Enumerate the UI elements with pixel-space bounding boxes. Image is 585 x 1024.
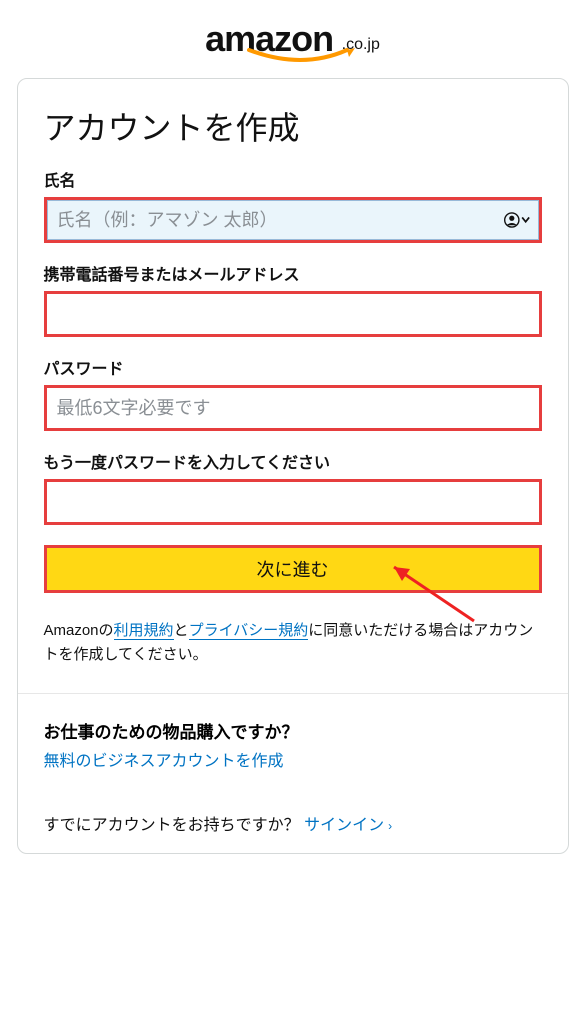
amazon-smile-icon [247, 48, 357, 66]
business-title: お仕事のための物品購入ですか？ [44, 718, 542, 743]
autofill-contact-icon[interactable] [504, 207, 530, 233]
terms-text: Amazonの利用規約とプライバシー規約に同意いただける場合はアカウントを作成し… [44, 619, 542, 667]
privacy-policy-link[interactable]: プライバシー規約 [189, 622, 309, 640]
business-account-link[interactable]: 無料のビジネスアカウントを作成 [44, 753, 284, 770]
password-label: パスワード [44, 355, 542, 379]
amazon-logo[interactable]: amazon .co.jp [205, 18, 380, 60]
signin-link[interactable]: サインイン› [304, 817, 392, 834]
logo-suffix: .co.jp [342, 36, 380, 53]
contact-input[interactable] [44, 291, 542, 337]
chevron-right-icon: › [388, 819, 392, 833]
signin-prompt: すでにアカウントをお持ちですか？ [44, 817, 300, 834]
name-field: 氏名 [44, 167, 542, 243]
password-confirm-input[interactable] [44, 479, 542, 525]
page-title: アカウントを作成 [44, 103, 542, 149]
password-confirm-field: もう一度パスワードを入力してください [44, 449, 542, 525]
header-logo-area: amazon .co.jp [8, 8, 577, 78]
business-prompt: お仕事のための物品購入ですか？ 無料のビジネスアカウントを作成 [44, 718, 542, 771]
signin-row: すでにアカウントをお持ちですか？ サインイン› [44, 811, 542, 835]
password-input[interactable] [44, 385, 542, 431]
password-confirm-label: もう一度パスワードを入力してください [44, 449, 542, 473]
name-input[interactable] [44, 197, 542, 243]
submit-button[interactable]: 次に進む [44, 545, 542, 593]
divider [18, 693, 568, 694]
password-field: パスワード [44, 355, 542, 431]
register-panel: アカウントを作成 氏名 携帯電話番号またはメールアドレス パスワード もう一度パ… [17, 78, 569, 854]
name-label: 氏名 [44, 167, 542, 191]
contact-field: 携帯電話番号またはメールアドレス [44, 261, 542, 337]
terms-of-use-link[interactable]: 利用規約 [114, 622, 174, 640]
contact-label: 携帯電話番号またはメールアドレス [44, 261, 542, 285]
